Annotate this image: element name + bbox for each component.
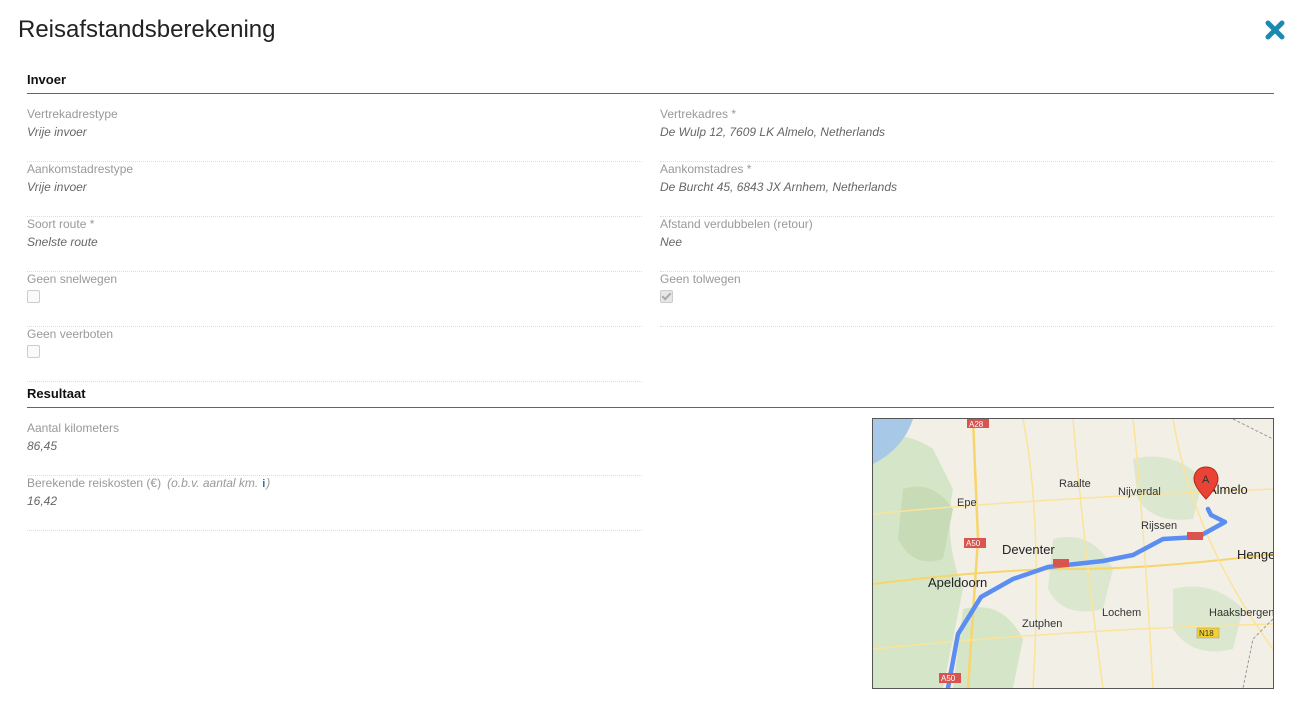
- field-value: Vrije invoer: [27, 125, 87, 139]
- field-label: Soort route *: [27, 217, 95, 231]
- geen-tolwegen-checkbox[interactable]: [660, 290, 673, 303]
- close-icon[interactable]: [1264, 19, 1286, 41]
- field-value: 86,45: [27, 439, 58, 453]
- border-line: [1232, 419, 1273, 440]
- green-area: [1173, 586, 1243, 652]
- road-shield: [1187, 532, 1203, 540]
- place-label: Haaksbergen: [1209, 607, 1273, 619]
- section-invoer: Invoer: [27, 71, 1274, 94]
- road-shield-label: N18: [1199, 629, 1214, 638]
- place-label: Rijssen: [1141, 520, 1177, 532]
- field-value: Vrije invoer: [27, 180, 87, 194]
- field-label: Vertrekadres *: [660, 107, 737, 121]
- place-label: Nijverdal: [1118, 486, 1161, 498]
- field-label: Afstand verdubbelen (retour): [660, 217, 813, 231]
- place-label: Raalte: [1059, 478, 1091, 490]
- field-label: Geen snelwegen: [27, 272, 118, 286]
- dialog-title: Reisafstandsberekening: [18, 16, 276, 43]
- place-label: Zutphen: [1022, 618, 1062, 630]
- green-area: [953, 607, 1023, 688]
- field-label: Vertrekadrestype: [27, 107, 118, 121]
- field-label: Geen veerboten: [27, 327, 114, 341]
- field-aankomstadres: Aankomstadres * De Burcht 45, 6843 JX Ar…: [660, 162, 1274, 217]
- section-resultaat: Resultaat: [27, 385, 1274, 408]
- field-vertrekadrestype: Vertrekadrestype Vrije invoer: [27, 107, 642, 162]
- road-shield-label: A50: [966, 539, 981, 548]
- place-label: Lochem: [1102, 607, 1141, 619]
- field-geen-veerboten: Geen veerboten: [27, 327, 642, 382]
- field-vertrekadres: Vertrekadres * De Wulp 12, 7609 LK Almel…: [660, 107, 1274, 162]
- field-label: Aankomstadres *: [660, 162, 752, 176]
- road-shield-label: A28: [969, 420, 984, 429]
- section-heading: Resultaat: [27, 386, 86, 401]
- road-shield-label: A50: [941, 674, 956, 683]
- field-label: Aankomstadrestype: [27, 162, 134, 176]
- route-map[interactable]: A28 A50 N18 A50 Raalte Nijverdal Almelo …: [872, 418, 1274, 689]
- place-label: Deventer: [1002, 542, 1055, 557]
- field-label: Geen tolwegen: [660, 272, 741, 286]
- green-area: [873, 435, 963, 688]
- info-icon[interactable]: i: [262, 478, 265, 490]
- reiskosten-hint-close: ): [266, 476, 271, 490]
- green-area: [1048, 537, 1113, 612]
- place-label: Apeldoorn: [928, 575, 987, 590]
- border-line: [1242, 618, 1273, 688]
- marker-label: A: [1202, 474, 1210, 486]
- road-shield: [1053, 559, 1069, 567]
- field-soort-route: Soort route * Snelste route: [27, 217, 642, 272]
- field-afstand-verdubbelen: Afstand verdubbelen (retour) Nee: [660, 217, 1274, 272]
- field-value: De Wulp 12, 7609 LK Almelo, Netherlands: [660, 125, 886, 139]
- field-geen-snelwegen: Geen snelwegen: [27, 272, 642, 327]
- field-value: De Burcht 45, 6843 JX Arnhem, Netherland…: [660, 180, 898, 194]
- field-value: Snelste route: [27, 235, 98, 249]
- place-label: Epe: [957, 497, 977, 509]
- field-geen-tolwegen: Geen tolwegen: [660, 272, 1274, 327]
- field-label: Aantal kilometers: [27, 421, 120, 435]
- place-label: Hengelo: [1237, 547, 1273, 562]
- geen-veerboten-checkbox[interactable]: [27, 345, 40, 358]
- field-aantal-kilometers: Aantal kilometers 86,45: [27, 421, 642, 476]
- reiskosten-label: Berekende reiskosten (€): [27, 476, 162, 490]
- field-reiskosten: Berekende reiskosten (€) (o.b.v. aantal k…: [27, 476, 642, 531]
- geen-snelwegen-checkbox[interactable]: [27, 290, 40, 303]
- section-heading: Invoer: [27, 72, 67, 87]
- reiskosten-hint: (o.b.v. aantal km.: [167, 476, 259, 490]
- field-value: Nee: [660, 235, 683, 249]
- field-aankomstadrestype: Aankomstadrestype Vrije invoer: [27, 162, 642, 217]
- field-value: 16,42: [27, 494, 58, 508]
- field-label: Berekende reiskosten (€) (o.b.v. aantal k…: [27, 476, 270, 490]
